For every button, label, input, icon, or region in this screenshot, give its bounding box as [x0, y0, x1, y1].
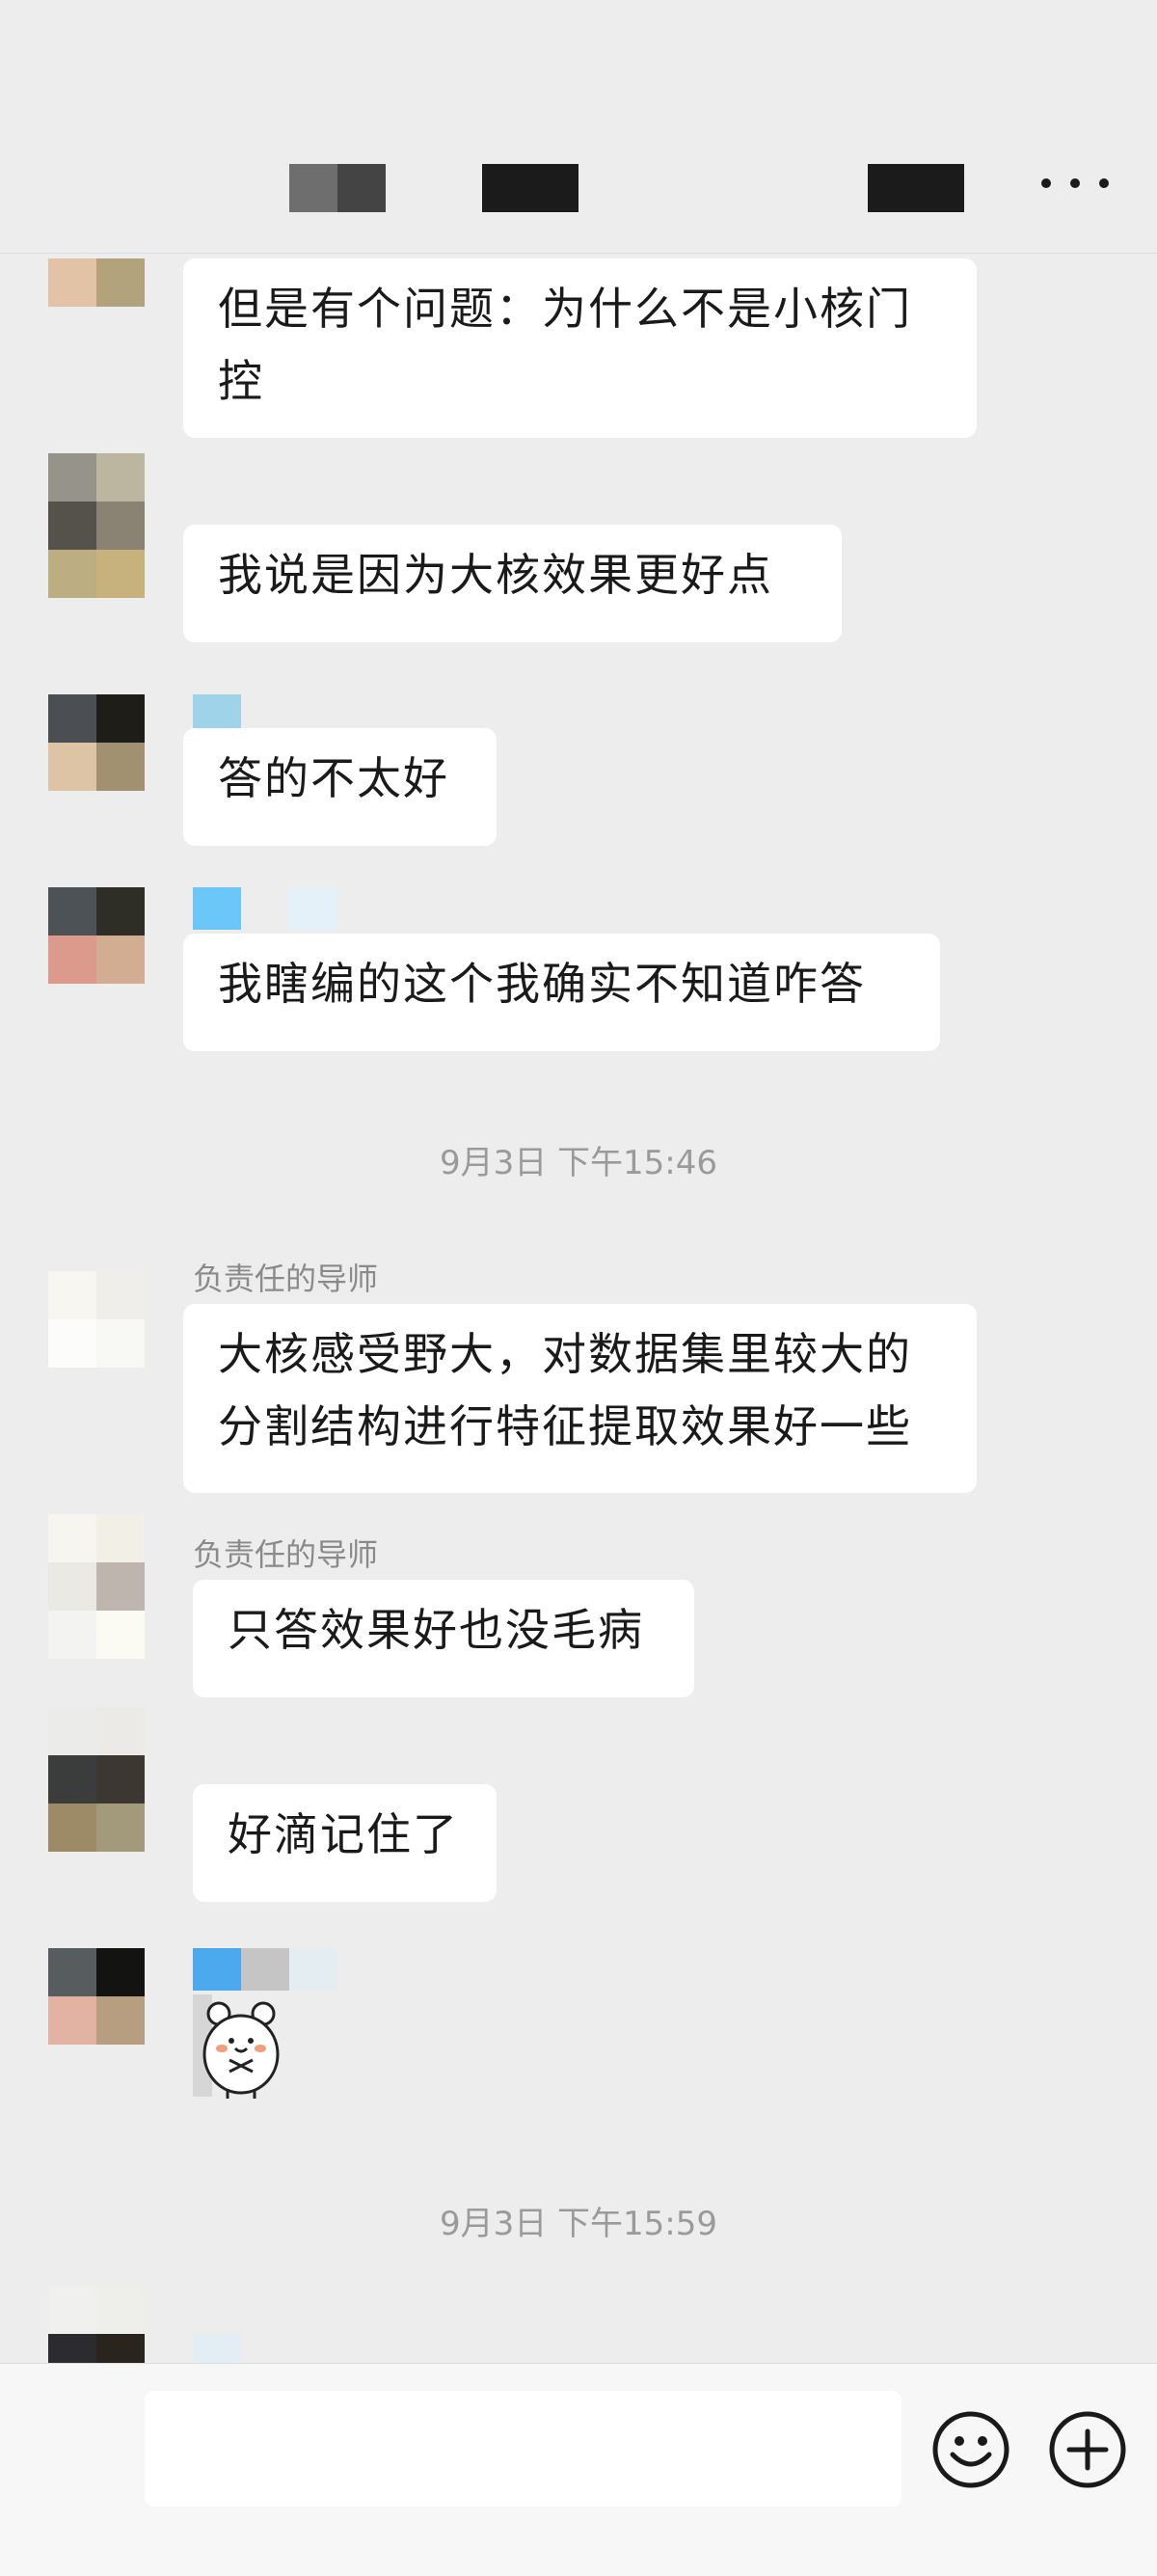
- avatar[interactable]: [48, 694, 145, 791]
- sender-name-mosaic: [193, 1948, 337, 1991]
- message-bubble[interactable]: 大核感受野大，对数据集里较大的 分割结构进行特征提取效果好一些: [183, 1304, 977, 1493]
- avatar[interactable]: [48, 1948, 145, 2045]
- more-options-button[interactable]: [1041, 159, 1109, 207]
- timestamp: 9月3日 下午15:46: [439, 1144, 718, 1182]
- sender-name: 负责任的导师: [193, 1536, 379, 1573]
- message-bubble[interactable]: 我说是因为大核效果更好点: [183, 525, 842, 642]
- emoji-smile-icon: [932, 2411, 1009, 2488]
- input-bar: [0, 2363, 1157, 2576]
- message-bubble[interactable]: 好滴记住了: [193, 1784, 497, 1902]
- message-bubble[interactable]: 答的不太好: [183, 728, 497, 846]
- bear-sticker[interactable]: [193, 1994, 289, 2102]
- message-input[interactable]: [145, 2391, 901, 2507]
- more-dots-icon: [1041, 178, 1051, 188]
- avatar[interactable]: [48, 258, 145, 307]
- message-bubble[interactable]: 我瞎编的这个我确实不知道咋答: [183, 934, 940, 1051]
- add-button[interactable]: [1048, 2410, 1127, 2489]
- chat-header: [0, 0, 1157, 254]
- avatar[interactable]: [48, 1707, 145, 1852]
- header-title-mosaic: [482, 164, 578, 212]
- avatar[interactable]: [48, 887, 145, 984]
- avatar[interactable]: [48, 2286, 145, 2363]
- emoji-button[interactable]: [931, 2410, 1010, 2489]
- sender-name: 负责任的导师: [193, 1261, 379, 1297]
- avatar[interactable]: [48, 453, 145, 598]
- header-title-mosaic: [868, 164, 964, 212]
- sender-name-mosaic: [193, 2334, 241, 2363]
- avatar[interactable]: [48, 1271, 145, 1368]
- sender-name-mosaic: [193, 887, 337, 930]
- plus-circle-icon: [1049, 2411, 1126, 2488]
- header-title-mosaic: [289, 164, 386, 212]
- message-bubble[interactable]: 只答效果好也没毛病: [193, 1580, 694, 1697]
- avatar[interactable]: [48, 1514, 145, 1659]
- timestamp: 9月3日 下午15:59: [439, 2205, 718, 2243]
- message-bubble[interactable]: 但是有个问题：为什么不是小核门 控: [183, 258, 977, 438]
